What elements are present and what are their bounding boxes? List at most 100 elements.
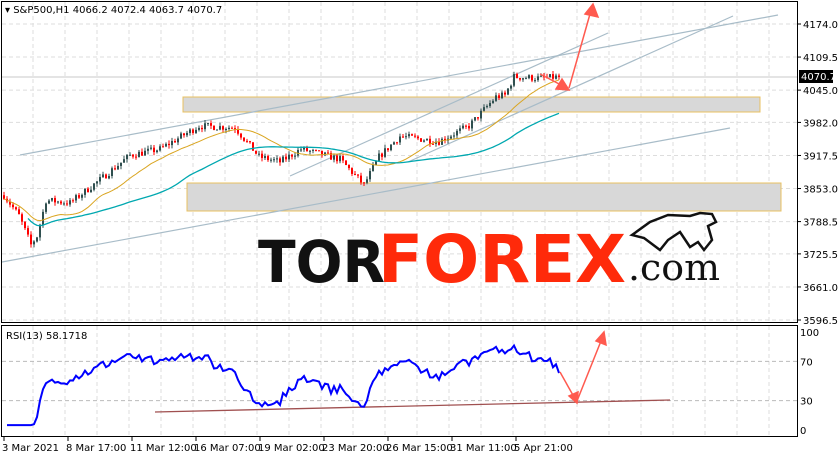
candle-body	[516, 74, 518, 79]
candle-body	[507, 88, 509, 95]
candle-body	[549, 74, 551, 78]
candle-body	[537, 76, 539, 81]
rsi-grid	[2, 326, 797, 436]
candle-body	[177, 138, 179, 143]
candle-body	[90, 189, 92, 193]
rsi-tick-label: 30	[800, 397, 813, 408]
candle-body	[171, 141, 173, 146]
candle-body	[384, 148, 386, 157]
candle-body	[423, 140, 425, 142]
rsi-support-line	[154, 399, 671, 413]
candle-body	[222, 126, 224, 130]
candle-body	[186, 132, 188, 136]
candle-body	[501, 92, 503, 99]
candle-body	[288, 154, 290, 160]
logo-forex: FOREX	[378, 221, 626, 298]
candle-body	[525, 78, 527, 80]
candle-body	[396, 142, 398, 144]
candle-body	[270, 159, 272, 161]
candle-body	[282, 156, 284, 163]
candle-body	[540, 75, 542, 77]
candle-body	[534, 80, 536, 82]
price-axis: 4174.0 4109.5 4045.0 3982.0 3917.5 3853.0 3788…	[797, 20, 838, 327]
candle-body	[48, 200, 50, 204]
candle-body	[462, 125, 464, 129]
time-tick-label: 5 Apr 21:00	[514, 443, 573, 454]
candle-body	[63, 203, 65, 205]
candle-body	[486, 106, 488, 108]
price-tick-label: 3596.5	[803, 316, 838, 327]
candle-body	[96, 181, 98, 184]
candle-body	[252, 142, 254, 151]
candle-body	[465, 125, 467, 127]
time-tick-label: 23 Mar 20:00	[322, 443, 389, 454]
candle-body	[333, 155, 335, 160]
candle-body	[267, 156, 269, 161]
candle-body	[69, 200, 71, 205]
candle-body	[459, 128, 461, 131]
rsi-panel-frame	[1, 325, 798, 437]
candle-body	[471, 120, 473, 129]
candle-body	[309, 150, 311, 152]
time-tick-label: 19 Mar 02:00	[258, 443, 325, 454]
candle-body	[45, 203, 47, 212]
candle-body	[93, 183, 95, 190]
candle-body	[24, 221, 26, 229]
rsi-label: RSI(13) 58.1718	[6, 331, 87, 342]
candle-body	[261, 153, 263, 158]
rsi-tick-label: 70	[800, 357, 813, 368]
candle-body	[147, 148, 149, 151]
candle-body	[141, 151, 143, 156]
candle-body	[105, 174, 107, 179]
candle-body	[51, 198, 53, 201]
candle-body	[60, 201, 62, 204]
candle-body	[36, 237, 38, 242]
candle-body	[522, 78, 524, 80]
candle-body	[408, 134, 410, 137]
candle-body	[492, 100, 494, 104]
arrow-up-icon	[583, 2, 600, 19]
logo-tor: TOR	[258, 228, 385, 296]
rsi-tick-label: 100	[800, 328, 819, 339]
channel-upper-line	[19, 14, 779, 156]
candle-body	[249, 141, 251, 143]
candle-body	[519, 78, 521, 80]
candle-body	[174, 141, 176, 143]
candle-body	[318, 150, 320, 152]
rsi-arrows	[559, 330, 607, 405]
current-price-value: 4070.7	[801, 72, 836, 83]
candle-body	[18, 209, 20, 215]
candle-body	[117, 165, 119, 170]
candle-body	[348, 165, 350, 169]
candle-body	[15, 207, 17, 210]
candle-body	[201, 127, 203, 130]
candle-body	[57, 201, 59, 203]
candle-body	[84, 188, 86, 195]
rsi-line	[7, 343, 560, 427]
rsi-arrow-down-icon	[567, 390, 579, 405]
candle-body	[144, 150, 146, 156]
candle-body	[429, 138, 431, 144]
candle-body	[285, 156, 287, 160]
candle-body	[207, 123, 209, 125]
resistance-zone	[182, 96, 761, 113]
candle-body	[138, 151, 140, 158]
candle-body	[360, 175, 362, 183]
candle-body	[126, 154, 128, 160]
candle-body	[342, 156, 344, 161]
price-chart[interactable]: TOR FOREX .com ▾ S&P500,H1 4066.2 4072.4…	[0, 0, 838, 458]
candle-body	[453, 135, 455, 137]
candle-body	[378, 153, 380, 161]
candle-body	[354, 173, 356, 175]
candle-body	[402, 136, 404, 138]
candle-body	[456, 130, 458, 136]
candle-body	[387, 148, 389, 151]
candle-body	[135, 156, 137, 158]
candle-body	[366, 179, 368, 183]
candle-body	[300, 149, 302, 151]
candle-body	[159, 146, 161, 151]
channel-steep-line	[407, 15, 734, 163]
price-tick-label: 3853.0	[803, 185, 838, 196]
candle-body	[294, 155, 296, 157]
candle-body	[336, 155, 338, 162]
